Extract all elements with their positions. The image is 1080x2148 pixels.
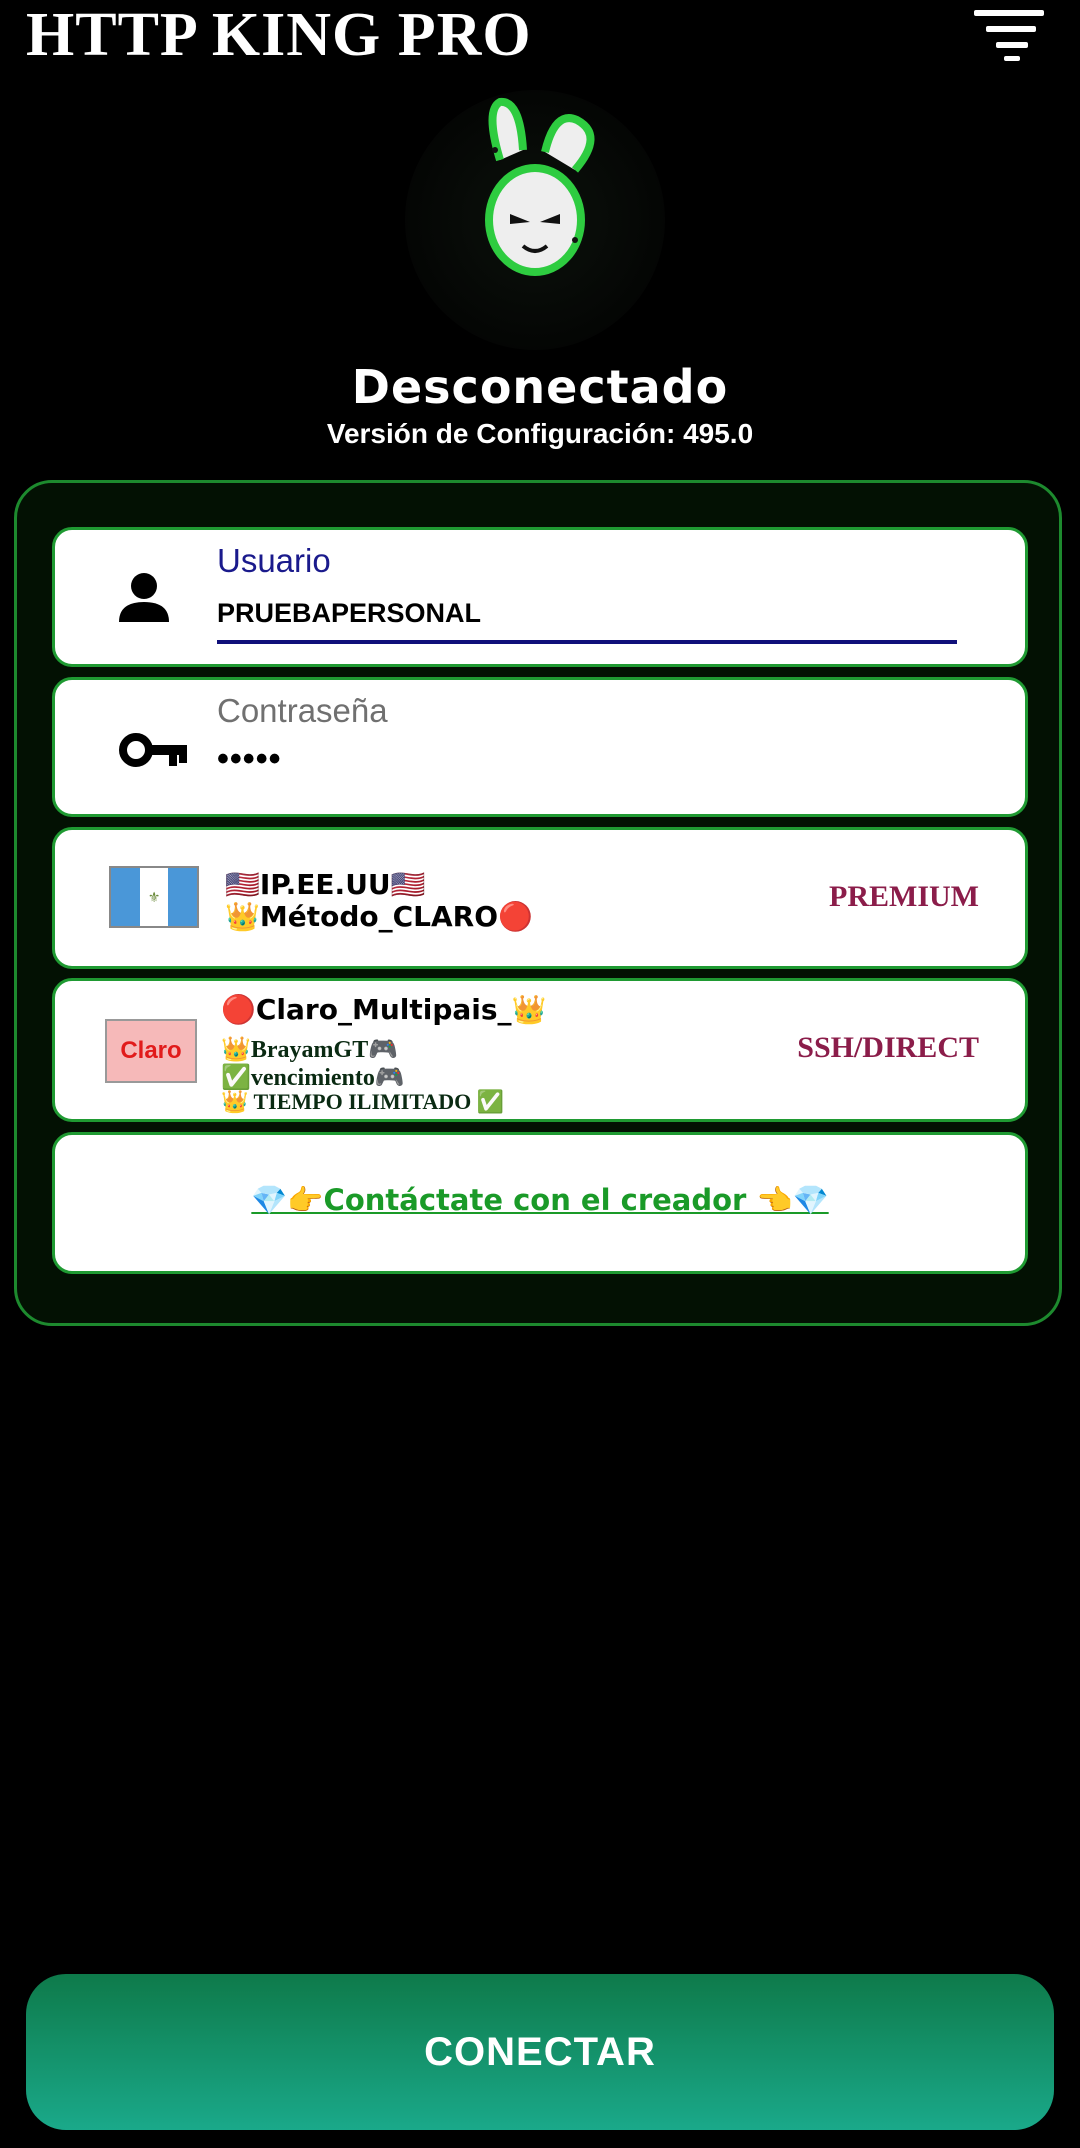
user-label: Usuario	[217, 542, 331, 579]
user-underline	[217, 640, 957, 644]
person-icon	[119, 573, 169, 622]
user-field[interactable]: Usuario PRUEBAPERSONAL	[52, 527, 1028, 667]
contact-creator-link[interactable]: 💎👉Contáctate con el creador 👈💎	[55, 1183, 1025, 1218]
password-label: Contraseña	[217, 692, 388, 729]
password-input[interactable]: •••••	[217, 740, 282, 779]
claro-logo: Claro	[105, 1019, 197, 1083]
menu-icon[interactable]	[974, 8, 1046, 61]
config-version: Versión de Configuración: 495.0	[326, 418, 754, 449]
contact-card: 💎👉Contáctate con el creador 👈💎	[52, 1132, 1028, 1274]
payload-author: 👑BrayamGT🎮	[221, 1037, 399, 1063]
connection-status: Desconectado	[351, 360, 729, 414]
password-field[interactable]: Contraseña •••••	[52, 677, 1028, 817]
server-method: 👑Método_CLARO🔴	[225, 900, 533, 933]
user-input[interactable]: PRUEBAPERSONAL	[217, 598, 481, 629]
app-title: HTTP KING PRO	[26, 1, 532, 69]
server-selector[interactable]: ⚜ 🇺🇸IP.EE.UU🇺🇸 👑Método_CLARO🔴 PREMIUM	[52, 827, 1028, 969]
payload-expiry: ✅vencimiento🎮	[221, 1065, 405, 1091]
guatemala-flag-icon: ⚜	[109, 866, 199, 928]
payload-tag: SSH/DIRECT	[797, 1031, 979, 1064]
server-tag: PREMIUM	[829, 880, 979, 913]
key-icon	[119, 733, 187, 767]
payload-selector[interactable]: Claro 🔴Claro_Multipais_👑 👑BrayamGT🎮 ✅ven…	[52, 978, 1028, 1122]
connect-button[interactable]: CONECTAR	[26, 1974, 1054, 2130]
server-name: 🇺🇸IP.EE.UU🇺🇸	[225, 868, 426, 901]
payload-name: 🔴Claro_Multipais_👑	[221, 993, 547, 1026]
bunny-logo	[405, 90, 665, 350]
payload-time: 👑 TIEMPO ILIMITADO ✅	[221, 1089, 505, 1114]
